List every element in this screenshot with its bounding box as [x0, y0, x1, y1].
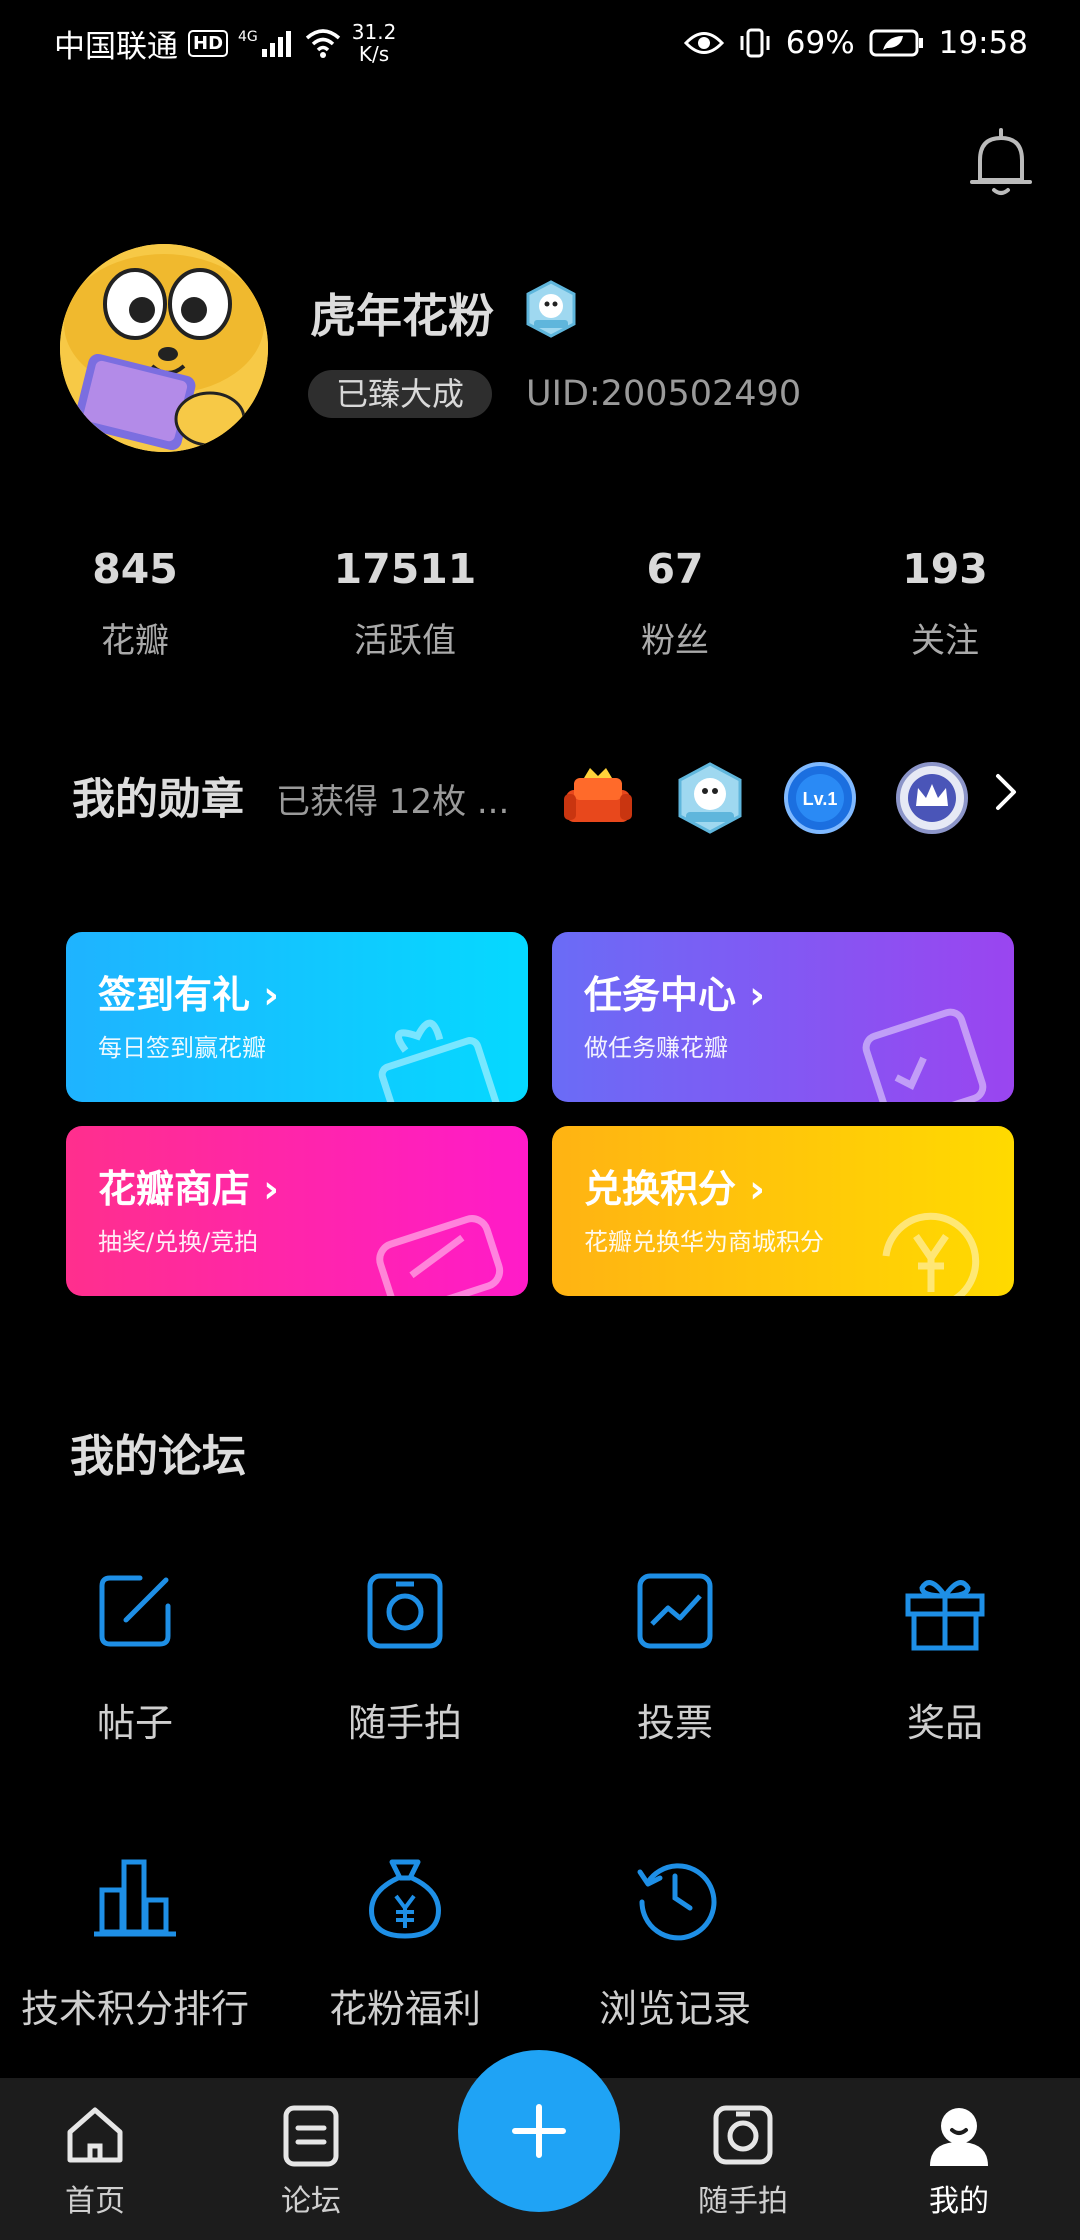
hd-badge: HD — [188, 29, 229, 57]
forum-item-fan-welfare[interactable]: 花粉福利 — [270, 1852, 540, 2033]
dog-medal-icon[interactable] — [522, 280, 580, 338]
forum-item-label: 浏览记录 — [598, 1987, 751, 2031]
card-subtitle: 花瓣兑换华为商城积分 — [584, 1228, 824, 1256]
status-right: 69% 19:58 — [683, 18, 1028, 68]
stat-label: 粉丝 — [641, 621, 709, 661]
post-edit-icon — [99, 1575, 171, 1647]
eye-icon — [683, 32, 724, 54]
card-subtitle: 抽奖/兑换/竞拍 — [98, 1228, 259, 1256]
forum-item-label: 技术积分排行 — [20, 1987, 249, 2031]
stat-value: 845 — [92, 545, 178, 593]
card-title: 签到有礼 › — [98, 973, 279, 1017]
forum-item-label: 随手拍 — [347, 1701, 462, 1745]
status-left: 中国联通 HD 4G 31.2 K/s — [54, 18, 396, 68]
forum-item-label: 投票 — [636, 1701, 713, 1745]
nav-label: 论坛 — [281, 2184, 341, 2219]
crown-medal-icon[interactable] — [894, 760, 970, 836]
profile-icon — [930, 2108, 988, 2166]
gift-icon — [905, 1580, 985, 1651]
card-subtitle: 做任务赚花瓣 — [584, 1034, 728, 1062]
status-bar: 中国联通 HD 4G 31.2 K/s 69% 19:58 — [0, 0, 1080, 86]
card-title: 任务中心 › — [584, 973, 765, 1017]
battery-percent: 69% — [785, 25, 855, 61]
history-clock-icon — [637, 1863, 717, 1941]
medals-title: 我的勋章 — [72, 775, 244, 825]
camera-icon — [713, 2105, 773, 2165]
battery-icon — [869, 29, 923, 57]
shop-ticket-icon — [376, 1215, 504, 1296]
gift-icon — [378, 1019, 502, 1102]
forum-item-history[interactable]: 浏览记录 — [540, 1852, 810, 2033]
lv1-medal-icon[interactable]: Lv.1 — [782, 760, 858, 836]
card-title: 兑换积分 › — [584, 1167, 765, 1211]
stat-value: 67 — [646, 545, 704, 593]
stat-value: 17511 — [333, 545, 477, 593]
petal-shop-card[interactable]: 花瓣商店 › 抽奖/兑换/竞拍 — [66, 1126, 528, 1296]
money-bag-icon — [369, 1859, 441, 1939]
vote-chart-icon — [637, 1573, 713, 1649]
plus-icon — [512, 2104, 566, 2158]
signal-icon: 4G — [238, 29, 294, 57]
nav-snapshot[interactable]: 随手拍 — [668, 2102, 818, 2220]
stat-label: 花瓣 — [101, 621, 169, 661]
nav-label: 首页 — [65, 2184, 125, 2219]
avatar-dog-image — [60, 244, 268, 452]
forum-item-label: 花粉福利 — [328, 1987, 481, 2031]
home-icon — [67, 2107, 123, 2163]
vibrate-icon — [740, 28, 770, 58]
stat-following[interactable]: 193 关注 — [845, 545, 1045, 662]
avatar[interactable] — [60, 244, 268, 452]
nav-profile[interactable]: 我的 — [884, 2102, 1034, 2220]
speed-value: 31.2 — [351, 20, 397, 44]
forum-title: 我的论坛 — [70, 1431, 246, 1482]
card-subtitle: 每日签到赢花瓣 — [98, 1034, 266, 1062]
forum-icon — [283, 2105, 339, 2167]
network-type: 4G — [238, 29, 258, 45]
bar-ranking-icon — [94, 1859, 176, 1937]
user-id: UID:200502490 — [526, 374, 802, 414]
lv1-medal-text: Lv.1 — [803, 789, 838, 809]
wifi-icon — [305, 29, 340, 58]
nav-forum[interactable]: 论坛 — [236, 2102, 386, 2220]
forum-item-label: 奖品 — [906, 1701, 983, 1745]
medals-chevron-right-icon[interactable] — [990, 770, 1020, 814]
notification-bell-icon[interactable] — [966, 124, 1036, 198]
yuan-exchange-icon — [882, 1212, 980, 1296]
exchange-points-card[interactable]: 兑换积分 › 花瓣兑换华为商城积分 — [552, 1126, 1014, 1296]
create-post-button[interactable] — [458, 2050, 620, 2212]
level-badge: 已臻大成 — [308, 370, 493, 418]
medals-count[interactable]: 已获得 12枚 ... — [276, 774, 509, 823]
stat-value: 193 — [902, 545, 988, 593]
forum-item-vote[interactable]: 投票 — [540, 1566, 810, 1747]
nav-home[interactable]: 首页 — [20, 2102, 170, 2220]
dog-medal-icon[interactable] — [672, 760, 748, 836]
task-checklist-icon — [862, 1008, 987, 1102]
carrier-name: 中国联通 — [54, 28, 178, 65]
stat-activity[interactable]: 17511 活跃值 — [305, 545, 505, 662]
camera-icon — [367, 1573, 443, 1649]
network-speed: 31.2 K/s — [352, 21, 397, 65]
checkin-card[interactable]: 签到有礼 › 每日签到赢花瓣 — [66, 932, 528, 1102]
stat-label: 关注 — [911, 621, 979, 661]
forum-item-tech-ranking[interactable]: 技术积分排行 — [0, 1852, 270, 2033]
stat-label: 活跃值 — [354, 621, 456, 661]
nav-label: 随手拍 — [698, 2184, 788, 2219]
sofa-medal-icon[interactable] — [560, 760, 636, 836]
card-title: 花瓣商店 › — [98, 1167, 279, 1211]
tasks-card[interactable]: 任务中心 › 做任务赚花瓣 — [552, 932, 1014, 1102]
speed-unit: K/s — [358, 42, 390, 66]
stat-fans[interactable]: 67 粉丝 — [575, 545, 775, 662]
username: 虎年花粉 — [310, 289, 494, 343]
clock-time: 19:58 — [938, 25, 1028, 61]
forum-item-snapshot[interactable]: 随手拍 — [270, 1566, 540, 1747]
forum-item-posts[interactable]: 帖子 — [0, 1566, 270, 1747]
forum-item-label: 帖子 — [96, 1701, 173, 1745]
forum-item-prizes[interactable]: 奖品 — [810, 1566, 1080, 1747]
nav-label: 我的 — [929, 2184, 989, 2219]
stat-petals[interactable]: 845 花瓣 — [35, 545, 235, 662]
stats-row: 845 花瓣 17511 活跃值 67 粉丝 193 关注 — [0, 545, 1080, 675]
